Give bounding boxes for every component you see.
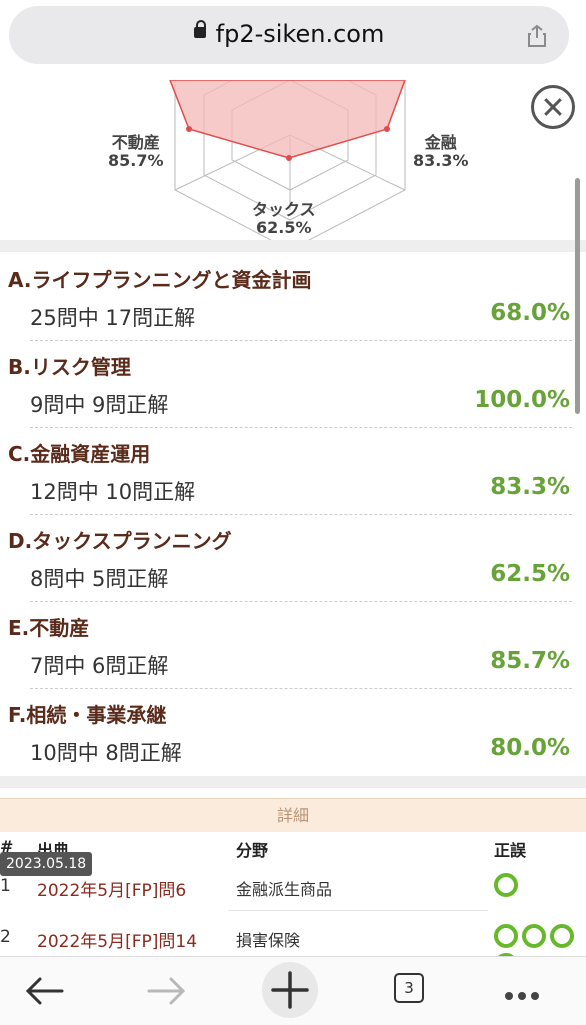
browser-toolbar: 3 [0, 956, 586, 1025]
plus-icon [271, 971, 309, 1009]
tab-count-button[interactable]: 3 [394, 973, 424, 1003]
category-percent: 68.0% [490, 300, 570, 326]
radar-point-kinyu [384, 126, 390, 132]
url-text: fp2-siken.com [9, 19, 569, 48]
category-percent: 83.3% [490, 474, 570, 500]
category-count: 8問中 5問正解 [30, 567, 169, 591]
category-count: 9問中 9問正解 [30, 393, 169, 417]
radar-chart: 不動産 85.7% 金融 83.3% タックス 62.5% [0, 19, 586, 251]
category-title: A.ライフプランニングと資金計画 [8, 268, 312, 292]
radar-label-tax: タックス 62.5% [252, 200, 316, 237]
radar-point-tax [286, 155, 292, 161]
correct-mark-icon [494, 924, 518, 948]
correct-mark-icon [550, 924, 574, 948]
field-label: 損害保険 [236, 931, 301, 950]
category-title: D.タックスプランニング [8, 529, 232, 553]
close-button[interactable] [531, 85, 575, 129]
radar-point-fudosan [186, 126, 192, 132]
category-count: 25問中 17問正解 [30, 306, 196, 330]
row-number: 2 [0, 927, 11, 947]
category-score-list: A.ライフプランニングと資金計画 25問中 17問正解 68.0% B.リスク管… [0, 256, 586, 778]
category-item: C.金融資産運用 12問中 10問正解 83.3% [0, 430, 586, 517]
row-number: 1 [0, 876, 11, 896]
source-link[interactable]: 2022年5月[FP]問14 [37, 927, 197, 952]
category-count: 12問中 10問正解 [30, 480, 196, 504]
category-percent: 80.0% [490, 735, 570, 761]
url-label: fp2-siken.com [215, 20, 385, 48]
category-title: C.金融資産運用 [8, 442, 151, 466]
section-divider [0, 776, 586, 788]
category-item: D.タックスプランニング 8問中 5問正解 62.5% [0, 517, 586, 604]
correct-mark-icon [494, 873, 518, 897]
result-marks [494, 873, 522, 902]
category-percent: 62.5% [490, 561, 570, 587]
category-count: 7問中 6問正解 [30, 654, 169, 678]
col-field: 分野 [236, 841, 269, 860]
lock-icon [193, 19, 206, 38]
details-header: 詳細 [0, 798, 586, 833]
category-title: B.リスク管理 [8, 355, 131, 379]
date-tooltip: 2023.05.18 [0, 852, 93, 876]
field-label: 金融派生商品 [236, 880, 333, 899]
category-item: A.ライフプランニングと資金計画 25問中 17問正解 68.0% [0, 256, 586, 343]
table-row: 2 2022年5月[FP]問14 損害保険 [0, 915, 586, 977]
section-divider [0, 240, 586, 252]
address-bar[interactable]: fp2-siken.com [9, 6, 569, 64]
radar-score-polygon [168, 79, 407, 159]
scrollbar[interactable] [575, 178, 580, 414]
browser-top-bar: fp2-siken.com [0, 0, 586, 81]
share-icon[interactable] [525, 24, 549, 48]
radar-label-kinyu: 金融 83.3% [413, 133, 469, 170]
category-item: B.リスク管理 9問中 9問正解 100.0% [0, 343, 586, 430]
category-title: E.不動産 [8, 616, 90, 640]
category-title: F.相続・事業承継 [8, 703, 167, 727]
category-percent: 100.0% [474, 387, 570, 413]
category-count: 10問中 8問正解 [30, 741, 182, 765]
category-percent: 85.7% [490, 648, 570, 674]
correct-mark-icon [522, 924, 546, 948]
category-item: F.相続・事業承継 10問中 8問正解 80.0% [0, 691, 586, 778]
more-menu-icon[interactable] [505, 985, 544, 1004]
back-arrow-icon[interactable] [22, 957, 66, 1025]
source-link[interactable]: 2022年5月[FP]問6 [37, 876, 186, 901]
col-result: 正誤 [494, 841, 527, 860]
radar-label-fudosan: 不動産 85.7% [108, 133, 164, 170]
category-item: E.不動産 7問中 6問正解 85.7% [0, 604, 586, 691]
forward-arrow-icon[interactable] [145, 957, 189, 1025]
